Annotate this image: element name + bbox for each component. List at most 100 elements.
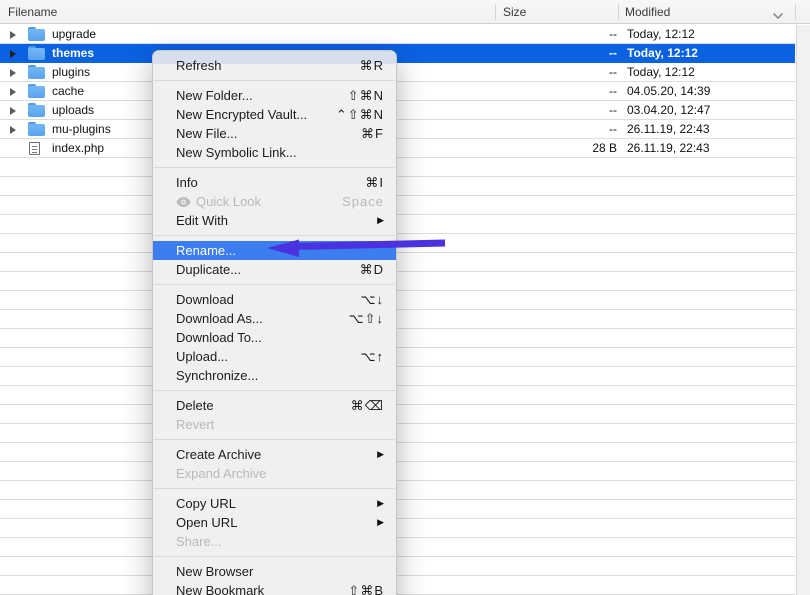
scrollbar-track[interactable] (796, 25, 810, 595)
menu-item-label: Copy URL (176, 496, 236, 511)
menu-item-label: New File... (176, 126, 237, 141)
file-modified: Today, 12:12 (627, 63, 695, 82)
menu-item-shortcut: Space (342, 194, 384, 209)
menu-item-label: Quick Look (196, 194, 261, 209)
disclosure-triangle-icon[interactable] (10, 107, 16, 115)
menu-item-shortcut: ⇧⌘B (348, 583, 384, 595)
menu-item-upload[interactable]: Upload...⌥↑ (153, 347, 396, 366)
file-name: plugins (52, 63, 90, 82)
menu-item-label: Open URL (176, 515, 237, 530)
menu-item-edit-with[interactable]: Edit With ▶ (153, 211, 396, 230)
menu-item-shortcut: ⌃⇧⌘N (336, 107, 384, 123)
sort-direction-chevron-down-icon (772, 7, 784, 25)
menu-item-new-bookmark[interactable]: New Bookmark⇧⌘B (153, 581, 396, 595)
menu-item-download-to[interactable]: Download To... (153, 328, 396, 347)
menu-item-create-archive[interactable]: Create Archive ▶ (153, 445, 396, 464)
file-modified: 04.05.20, 14:39 (627, 82, 710, 101)
file-row-upgrade[interactable]: upgrade--Today, 12:12 (0, 25, 795, 44)
menu-item-label: Refresh (176, 58, 222, 73)
context-menu: Refresh⌘RNew Folder...⇧⌘NNew Encrypted V… (152, 50, 397, 595)
menu-item-shortcut: ⌥⇧↓ (349, 311, 384, 327)
submenu-arrow-icon: ▶ (377, 215, 384, 226)
file-name: themes (52, 44, 94, 63)
file-name: uploads (52, 101, 94, 120)
file-row-themes[interactable]: themes -- Today, 12:12 (0, 44, 795, 63)
menu-item-label: Delete (176, 398, 214, 413)
menu-separator (154, 80, 395, 81)
menu-item-shortcut: ⌘⌫ (351, 398, 384, 414)
menu-item-label: Duplicate... (176, 262, 241, 277)
menu-item-label: Download (176, 292, 234, 307)
menu-item-label: Upload... (176, 349, 228, 364)
submenu-arrow-icon: ▶ (377, 449, 384, 460)
file-modified: 26.11.19, 22:43 (627, 120, 710, 139)
file-row-uploads[interactable]: uploads--03.04.20, 12:47 (0, 101, 795, 120)
menu-item-revert: Revert (153, 415, 396, 434)
menu-item-new-browser[interactable]: New Browser (153, 562, 396, 581)
menu-item-label: Synchronize... (176, 368, 258, 383)
menu-item-open-url[interactable]: Open URL ▶ (153, 513, 396, 532)
filename-column-header[interactable]: Filename (8, 0, 57, 24)
menu-item-copy-url[interactable]: Copy URL ▶ (153, 494, 396, 513)
file-size: -- (609, 120, 617, 139)
menu-separator (154, 390, 395, 391)
disclosure-triangle-icon[interactable] (10, 69, 16, 77)
file-size: -- (609, 82, 617, 101)
file-icon (29, 142, 40, 155)
menu-item-duplicate[interactable]: Duplicate... ⌘D (153, 260, 396, 279)
menu-item-label: Download As... (176, 311, 263, 326)
menu-item-synchronize[interactable]: Synchronize... (153, 366, 396, 385)
disclosure-triangle-icon[interactable] (10, 126, 16, 134)
menu-item-download[interactable]: Download ⌥↓ (153, 290, 396, 309)
file-row-cache[interactable]: cache--04.05.20, 14:39 (0, 82, 795, 101)
submenu-arrow-icon: ▶ (377, 517, 384, 528)
menu-item-label: New Encrypted Vault... (176, 107, 307, 122)
file-size: 28 B (592, 139, 617, 158)
menu-separator (154, 235, 395, 236)
file-name: mu-plugins (52, 120, 111, 139)
menu-item-label: Download To... (176, 330, 262, 345)
menu-item-share: Share... (153, 532, 396, 551)
list-header: Filename Size Modified (0, 0, 810, 24)
menu-item-expand-archive: Expand Archive (153, 464, 396, 483)
menu-item-label: Create Archive (176, 447, 261, 462)
folder-icon (28, 29, 45, 41)
menu-item-shortcut: ⌘F (361, 126, 384, 142)
menu-separator (154, 556, 395, 557)
menu-item-refresh[interactable]: Refresh⌘R (153, 56, 396, 75)
file-modified: Today, 12:12 (627, 44, 698, 63)
column-divider (495, 4, 496, 20)
size-column-header[interactable]: Size (503, 0, 526, 24)
menu-item-shortcut: ⇧⌘N (348, 88, 384, 104)
menu-item-label: Edit With (176, 213, 228, 228)
menu-item-shortcut: ⌥↓ (361, 292, 384, 308)
menu-item-new-symbolic-link[interactable]: New Symbolic Link... (153, 143, 396, 162)
column-divider (618, 4, 619, 20)
disclosure-triangle-icon[interactable] (10, 31, 16, 39)
modified-column-header[interactable]: Modified (625, 0, 670, 24)
folder-icon (28, 86, 45, 98)
menu-item-info[interactable]: Info ⌘I (153, 173, 396, 192)
file-row-plugins[interactable]: plugins--Today, 12:12 (0, 63, 795, 82)
file-row-index.php[interactable]: index.php28 B26.11.19, 22:43 (0, 139, 795, 158)
file-list: upgrade--Today, 12:12themes -- Today, 12:1… (0, 25, 795, 595)
menu-item-new-encrypted-vault[interactable]: New Encrypted Vault... ⌃⇧⌘N (153, 105, 396, 124)
file-size: -- (609, 44, 617, 63)
menu-item-label: Info (176, 175, 198, 190)
file-modified: 03.04.20, 12:47 (627, 101, 710, 120)
menu-item-shortcut: ⌘D (360, 262, 384, 278)
menu-item-new-file[interactable]: New File... ⌘F (153, 124, 396, 143)
menu-item-download-as[interactable]: Download As... ⌥⇧↓ (153, 309, 396, 328)
menu-item-label: New Symbolic Link... (176, 145, 297, 160)
menu-item-delete[interactable]: Delete ⌘⌫ (153, 396, 396, 415)
file-row-mu-plugins[interactable]: mu-plugins -- 26.11.19, 22:43 (0, 120, 795, 139)
menu-item-new-folder[interactable]: New Folder...⇧⌘N (153, 86, 396, 105)
file-modified: Today, 12:12 (627, 25, 695, 44)
submenu-arrow-icon: ▶ (377, 498, 384, 509)
disclosure-triangle-icon[interactable] (10, 50, 16, 58)
folder-icon (28, 48, 45, 60)
menu-item-rename[interactable]: Rename... (153, 241, 396, 260)
disclosure-triangle-icon[interactable] (10, 88, 16, 96)
folder-icon (28, 124, 45, 136)
menu-item-shortcut: ⌘I (365, 175, 384, 191)
